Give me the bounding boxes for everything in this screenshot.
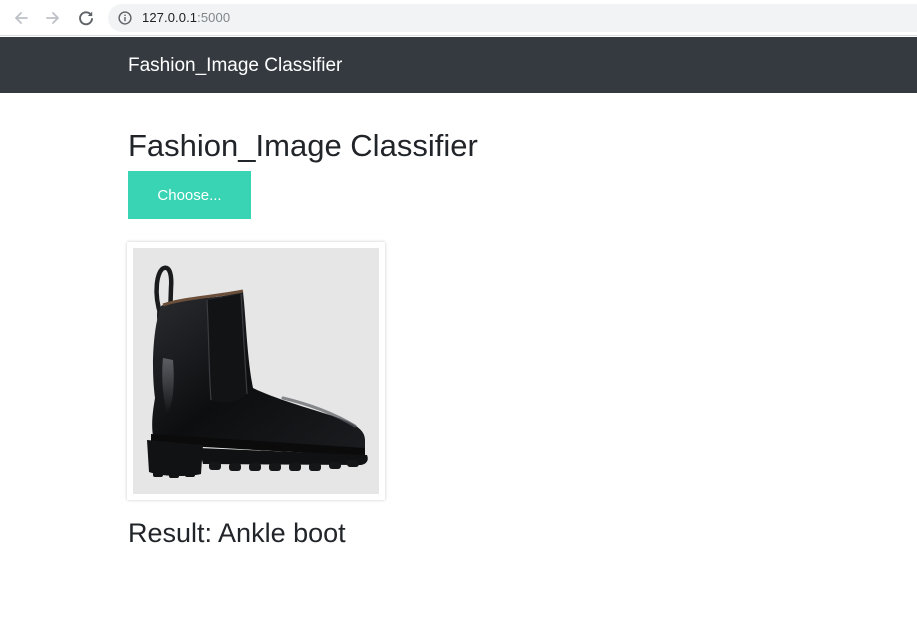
ankle-boot-image — [133, 248, 379, 494]
reload-icon — [79, 11, 93, 26]
back-button[interactable] — [10, 7, 32, 29]
browser-toolbar: 127.0.0.1:5000 — [0, 0, 917, 36]
arrow-right-icon — [46, 12, 59, 24]
arrow-left-icon — [15, 12, 28, 24]
forward-button[interactable] — [42, 7, 64, 29]
url-host: 127.0.0.1 — [142, 10, 198, 25]
address-bar[interactable]: 127.0.0.1:5000 — [108, 4, 917, 32]
prediction-result: Result: Ankle boot — [128, 518, 346, 548]
url-port: :5000 — [197, 10, 231, 25]
reload-button[interactable] — [75, 7, 97, 29]
info-icon[interactable] — [118, 11, 132, 25]
choose-file-button[interactable]: Choose... — [128, 171, 251, 219]
url-text[interactable]: 127.0.0.1:5000 — [142, 10, 230, 26]
navbar: Fashion_Image Classifier — [0, 37, 917, 93]
navbar-brand[interactable]: Fashion_Image Classifier — [128, 54, 342, 78]
page-title: Fashion_Image Classifier — [128, 128, 478, 163]
image-preview-frame — [127, 242, 385, 500]
